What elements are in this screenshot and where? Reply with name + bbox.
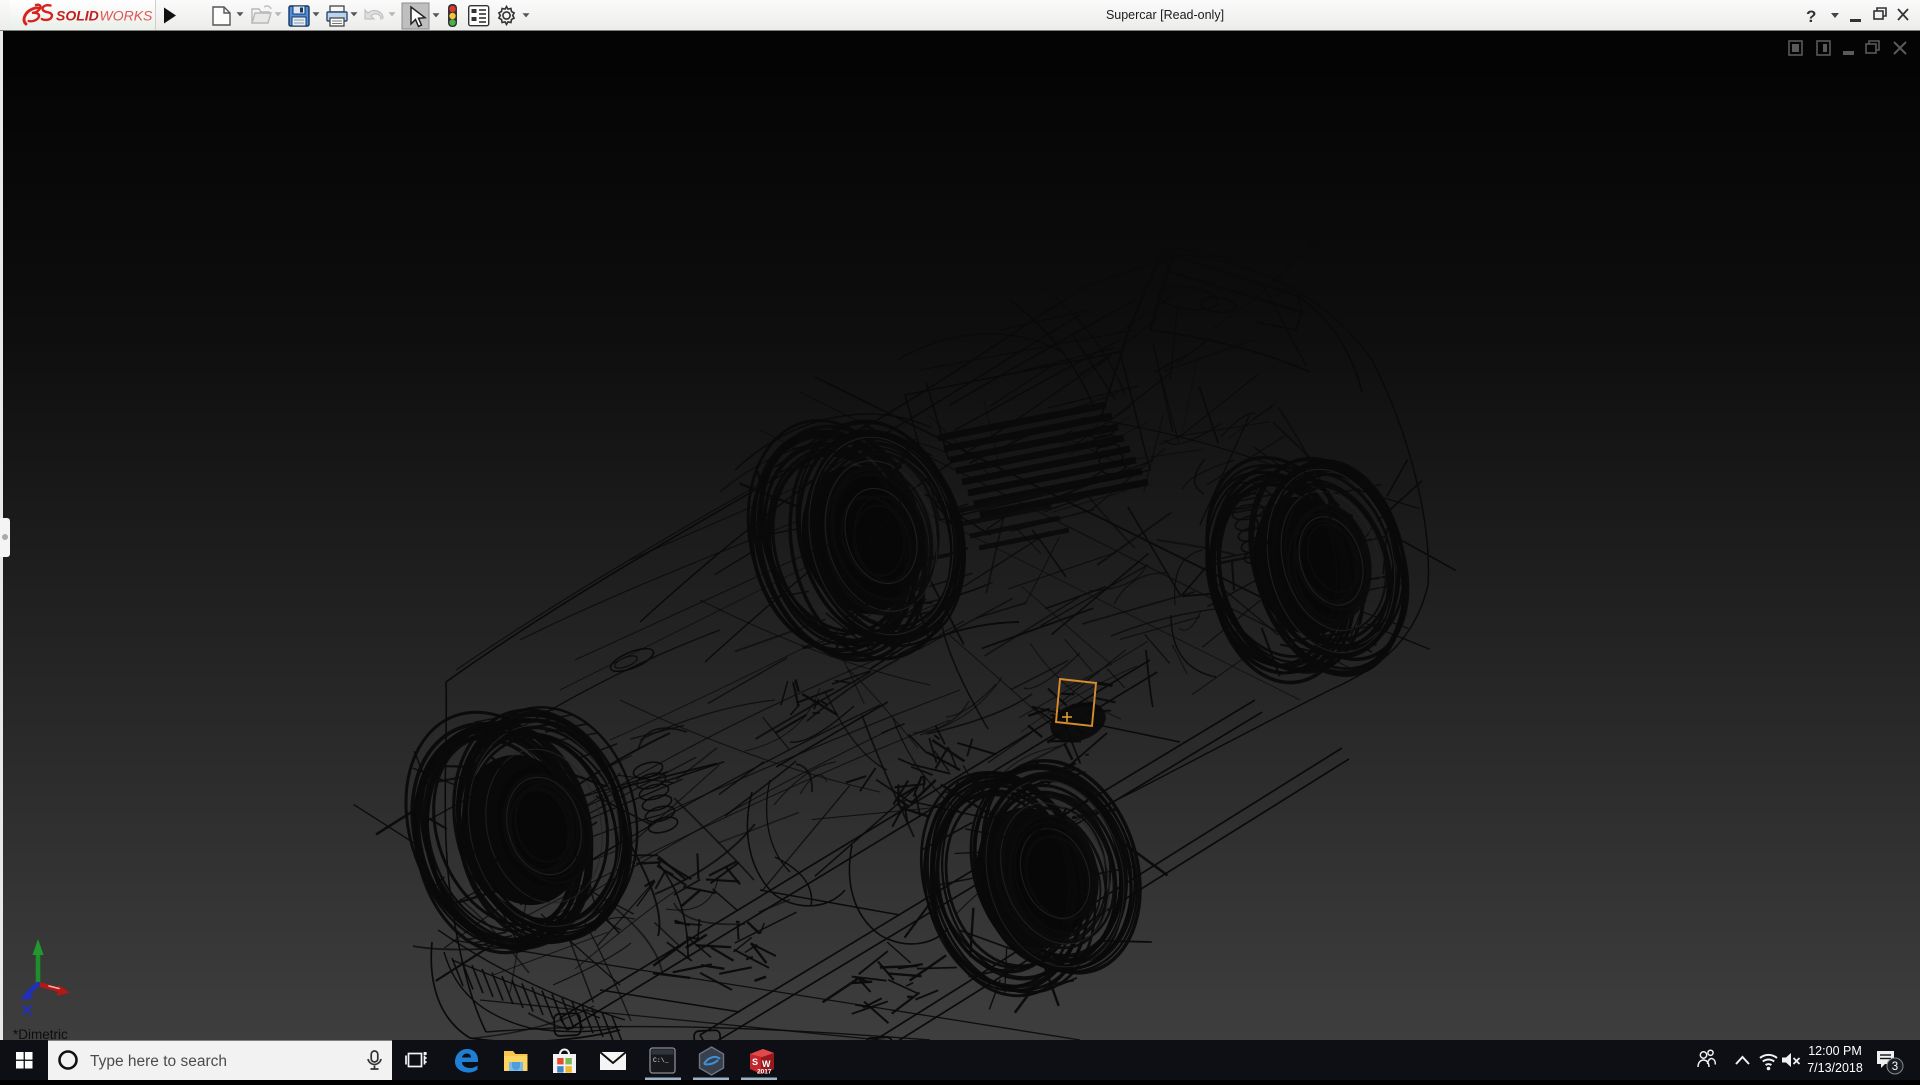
svg-text:W: W — [762, 1059, 771, 1069]
svg-text:S: S — [752, 1057, 758, 1067]
svg-text:2017: 2017 — [757, 1069, 772, 1076]
svg-text:3: 3 — [1892, 1061, 1898, 1073]
svg-text:?: ? — [1806, 7, 1816, 26]
svg-text:C:\_: C:\_ — [653, 1057, 669, 1064]
svg-text:Type here to search: Type here to search — [90, 1053, 227, 1070]
